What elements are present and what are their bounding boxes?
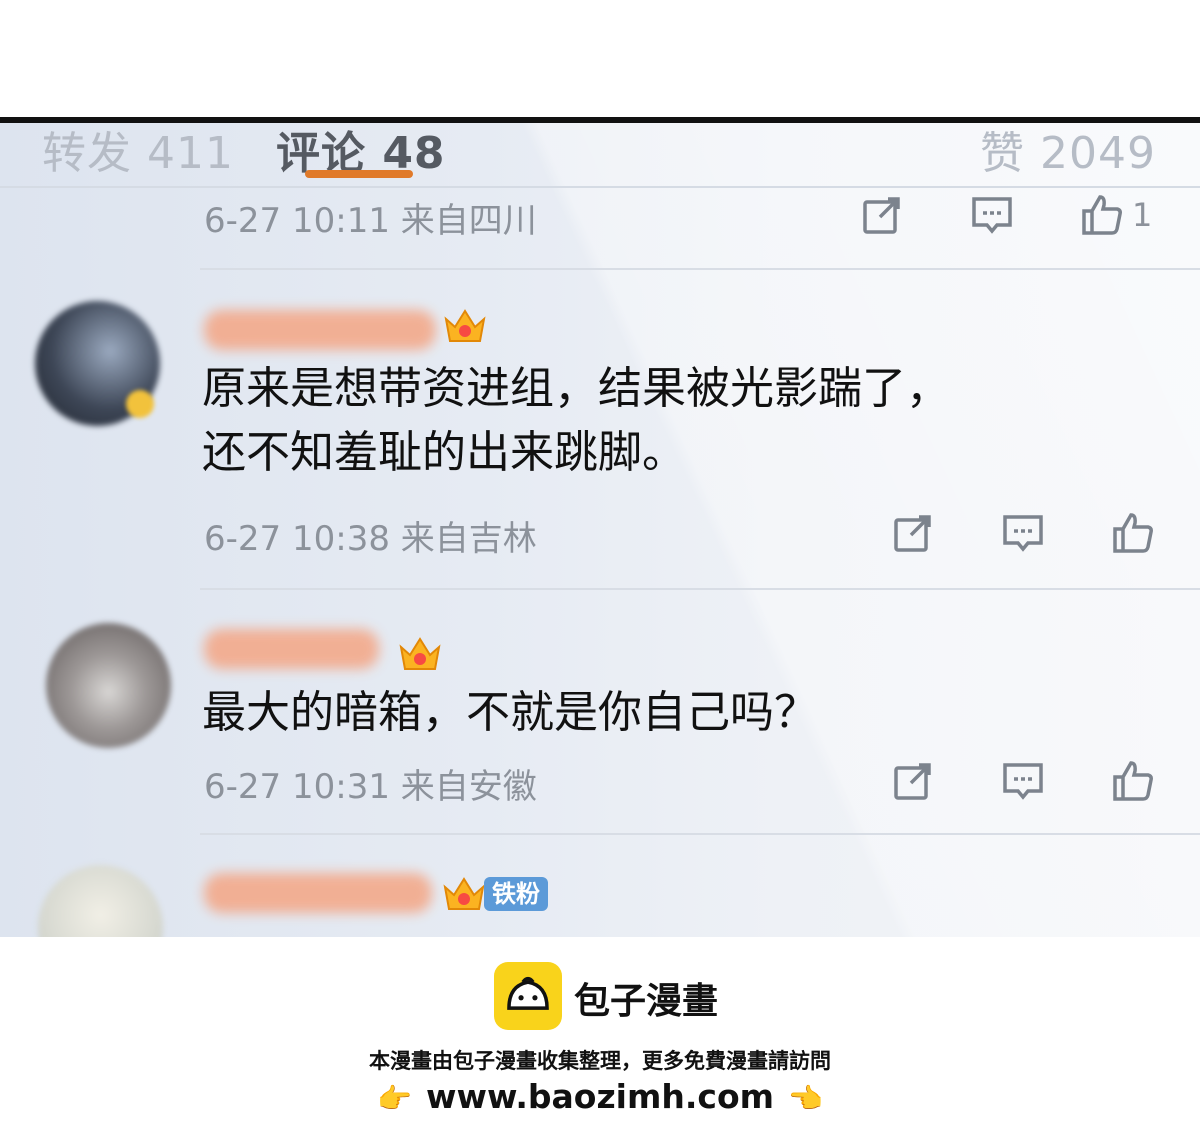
comment-meta: 6-27 10:38 来自吉林	[204, 519, 537, 559]
comment-meta: 6-27 10:11 来自四川	[204, 201, 537, 241]
comment-icon[interactable]	[968, 191, 1016, 239]
comment-actions: 1	[858, 191, 1152, 239]
tab-bar: 转发 411 评论 48 赞 2049	[0, 123, 1200, 188]
username-blurred[interactable]	[204, 629, 379, 669]
like-icon[interactable]	[1109, 509, 1157, 557]
comment-icon[interactable]	[999, 757, 1047, 805]
share-icon[interactable]	[889, 509, 937, 557]
active-tab-indicator	[305, 170, 413, 178]
comment-icon[interactable]	[999, 509, 1047, 557]
brand-name: 包子漫畫	[574, 981, 719, 1022]
comment-meta: 6-27 10:31 来自安徽	[204, 767, 537, 807]
comment-panel: 转发 411 评论 48 赞 2049 6-27 10:11 来自四川 1 原来…	[0, 117, 1200, 937]
crown-icon	[397, 631, 443, 686]
share-icon[interactable]	[858, 191, 906, 239]
comment-actions	[889, 757, 1157, 805]
avatar-verified-badge	[126, 390, 154, 418]
watermark-notice: 本漫畫由包子漫畫收集整理，更多免費漫畫請訪問	[369, 1049, 831, 1073]
tabs-divider	[0, 186, 1200, 188]
site-url[interactable]: www.baozimh.com	[426, 1077, 774, 1116]
like-count: 1	[1132, 196, 1153, 234]
comment-divider	[200, 833, 1200, 835]
like-icon[interactable]	[1078, 191, 1126, 239]
share-icon[interactable]	[889, 757, 937, 805]
comment-actions	[889, 509, 1157, 557]
crown-icon	[442, 303, 488, 358]
fan-badge: 铁粉	[484, 877, 548, 911]
tab-likes[interactable]: 赞 2049	[980, 123, 1156, 181]
comment-text: 最大的暗箱，不就是你自己吗？	[202, 687, 818, 738]
avatar[interactable]	[38, 865, 163, 937]
tab-reposts[interactable]: 转发 411	[42, 123, 234, 181]
comment-text: 原来是想带资进组，结果被光影踹了， 还不知羞耻的出来跳脚。	[202, 363, 950, 478]
username-blurred[interactable]	[204, 310, 436, 350]
comment-divider	[200, 268, 1200, 270]
watermark-footer: 包子漫畫 本漫畫由包子漫畫收集整理，更多免費漫畫請訪問 👉 www.baozimh…	[0, 937, 1200, 1137]
crown-icon	[441, 871, 487, 926]
comment-divider	[200, 588, 1200, 590]
username-blurred[interactable]	[204, 873, 432, 913]
like-icon[interactable]	[1109, 757, 1157, 805]
avatar[interactable]	[46, 623, 171, 748]
pointing-hand-icon: 👉	[377, 1082, 412, 1115]
url-row: 👉 www.baozimh.com 👈	[0, 1077, 1200, 1116]
pointing-hand-icon: 👈	[788, 1082, 823, 1115]
brand-logo	[494, 962, 562, 1030]
